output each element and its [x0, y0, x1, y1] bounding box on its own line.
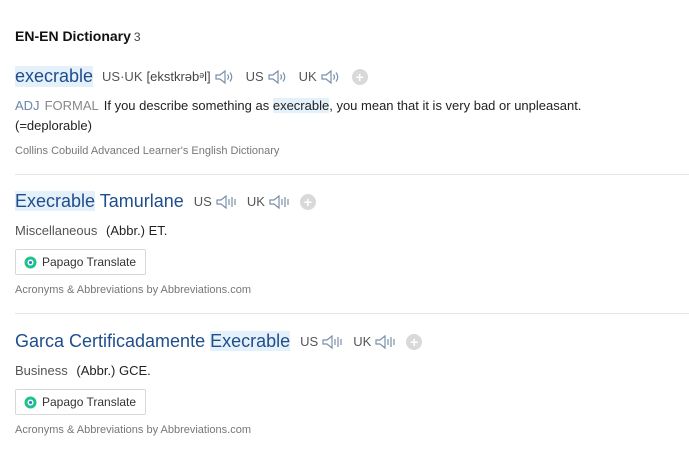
definition-text: (Abbr.) ET. — [106, 223, 168, 238]
pron-label: US·UK — [102, 69, 143, 84]
definition: Business (Abbr.) GCE. — [15, 361, 689, 381]
add-to-wordbook-plus-icon[interactable]: + — [299, 193, 316, 210]
divider — [15, 174, 689, 175]
section-title: EN-EN Dictionary — [15, 28, 131, 44]
source-label: Collins Cobuild Advanced Learner's Engli… — [15, 145, 280, 157]
papago-icon — [24, 256, 37, 268]
register-label: FORMAL — [44, 98, 99, 113]
speaker-icon[interactable] — [214, 68, 236, 86]
us-label: US — [245, 69, 264, 84]
uk-label: UK — [353, 334, 372, 349]
headword-link[interactable]: Execrable Tamurlane — [15, 191, 184, 212]
papago-translate-label: Papago Translate — [42, 395, 137, 409]
section-header: EN-EN Dictionary 3 — [15, 28, 141, 44]
papago-icon — [24, 396, 37, 408]
speaker-wave-icon[interactable] — [215, 193, 237, 211]
speaker-wave-icon[interactable] — [268, 193, 290, 211]
headword-link[interactable]: Garca Certificadamente Execrable — [15, 331, 291, 352]
add-to-wordbook-plus-icon[interactable]: + — [351, 68, 368, 85]
definition-text: (Abbr.) GCE. — [76, 363, 151, 378]
part-of-speech: ADJ — [15, 98, 40, 113]
dictionary-panel: EN-EN Dictionary 3 execrable US·UK [ekstk… — [0, 0, 689, 467]
papago-translate-button[interactable]: Papago Translate — [15, 249, 147, 275]
definition-keyword: execrable — [272, 98, 330, 113]
definition-text-rest: , you mean that it is very bad or unplea… — [329, 98, 582, 113]
entry-header: Execrable Tamurlane US UK + — [15, 191, 689, 212]
definition-text: If you describe something as — [103, 98, 270, 113]
papago-translate-button[interactable]: Papago Translate — [15, 389, 147, 415]
definition: ADJ FORMAL If you describe something as ex… — [15, 96, 689, 136]
entry-garca-certificadamente-execrable: Garca Certificadamente Execrable US UK +… — [15, 331, 689, 436]
source-label: Acronyms & Abbreviations by Abbreviation… — [15, 424, 252, 436]
entry-execrable-tamurlane: Execrable Tamurlane US UK + Miscellaneou… — [15, 191, 689, 296]
us-label: US — [193, 194, 212, 209]
entry-header: execrable US·UK [ekstkrəbᵊl] US UK + — [15, 66, 689, 87]
category-label: Business — [15, 363, 68, 378]
speaker-wave-icon[interactable] — [374, 333, 396, 351]
source-label: Acronyms & Abbreviations by Abbreviation… — [15, 284, 252, 296]
speaker-icon[interactable] — [320, 68, 342, 86]
entry-execrable: execrable US·UK [ekstkrəbᵊl] US UK + ADJ… — [15, 66, 689, 157]
speaker-wave-icon[interactable] — [321, 333, 343, 351]
add-to-wordbook-plus-icon[interactable]: + — [406, 333, 423, 350]
entry-header: Garca Certificadamente Execrable US UK + — [15, 331, 689, 352]
result-count: 3 — [133, 30, 141, 44]
definition: Miscellaneous (Abbr.) ET. — [15, 221, 689, 241]
uk-label: UK — [246, 194, 265, 209]
divider — [15, 313, 689, 314]
uk-label: UK — [298, 69, 317, 84]
speaker-icon[interactable] — [267, 68, 289, 86]
category-label: Miscellaneous — [15, 223, 98, 238]
ipa-text: [ekstkrəbᵊl] — [146, 69, 211, 84]
us-label: US — [300, 334, 319, 349]
headword-link[interactable]: execrable — [15, 66, 94, 87]
papago-translate-label: Papago Translate — [42, 255, 137, 269]
synonym-text: (=deplorable) — [15, 118, 92, 133]
